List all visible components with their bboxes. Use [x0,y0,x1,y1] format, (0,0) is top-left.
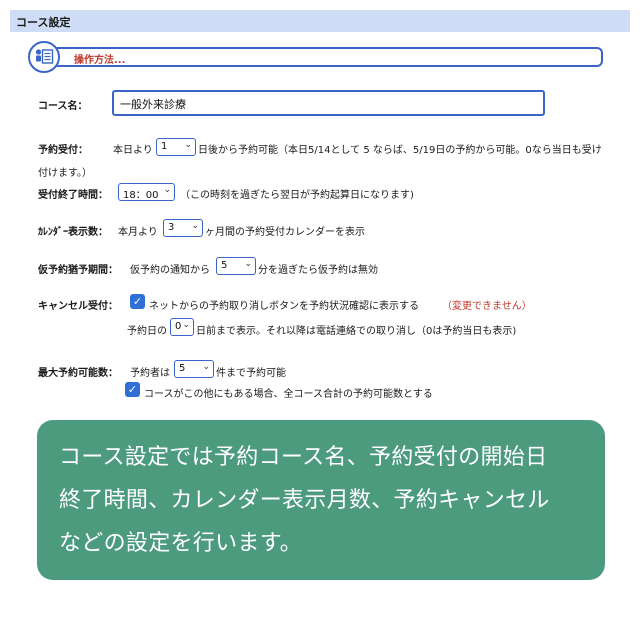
section-header: コース設定 [10,10,630,32]
provisional-suffix: 分を過ぎたら仮予約は無効 [258,265,378,276]
course-name-input[interactable]: 一般外来診療 [112,90,545,116]
cancel-checkbox-text: ネットからの予約取り消しボタンを予約状況確認に表示する [149,301,419,312]
max-reservations-label: 最大予約可能数： [38,368,118,379]
provisional-select[interactable]: 5 ⌄ [216,257,256,275]
chevron-down-icon: ⌄ [182,320,190,330]
reservation-start-prefix: 本日より [113,145,153,156]
caption-line-2: 終了時間、カレンダー表示月数、予約キャンセル [59,488,550,513]
chevron-down-icon: ⌄ [184,140,192,150]
cancel-warning: （変更できません） [442,301,532,312]
caption-line-3: などの設定を行います。 [59,531,303,556]
reservation-start-desc-2: 付けます。） [38,168,92,179]
reservation-end-note: （この時刻を過ぎたら翌日が予約起算日になります) [180,190,414,201]
reservation-start-label: 予約受付： [38,145,88,156]
all-courses-text: コースがこの他にもある場合、全コース合計の予約可能数とする [144,389,433,400]
max-reservations-select[interactable]: 5 ⌄ [174,360,214,378]
caption-line-1: コース設定では予約コース名、予約受付の開始日 [59,445,548,470]
all-courses-checkbox[interactable]: ✓ [125,382,140,397]
caption-overlay: コース設定では予約コース名、予約受付の開始日 終了時間、カレンダー表示月数、予約… [37,420,605,580]
course-name-label: コース名： [38,101,88,112]
help-bar[interactable]: 操作方法... [28,41,603,73]
cancel-suffix: 日前まで表示。それ以降は電話連絡での取り消し（0は予約当日も表示) [196,326,517,337]
chevron-down-icon: ⌄ [244,259,252,269]
calendar-months-label: ｶﾚﾝﾀﾞｰ表示数： [38,227,108,238]
help-manual-icon[interactable] [28,41,60,73]
cancel-days-select[interactable]: 0 ⌄ [170,318,194,336]
cancel-prefix: 予約日の [127,326,167,337]
reservation-start-select[interactable]: 1 ⌄ [156,138,196,156]
provisional-label: 仮予約猶予期間： [38,265,118,276]
reservation-end-label: 受付終了時間： [38,190,108,201]
chevron-down-icon: ⌄ [163,185,171,195]
calendar-months-select[interactable]: 3 ⌄ [163,219,203,237]
chevron-down-icon: ⌄ [202,362,210,372]
reservation-end-select[interactable]: 18：00 ⌄ [118,183,175,201]
calendar-months-suffix: ヶ月間の予約受付カレンダーを表示 [205,227,365,238]
provisional-prefix: 仮予約の通知から [130,265,210,276]
calendar-months-prefix: 本月より [118,227,158,238]
max-reservations-suffix: 件まで予約可能 [216,368,286,379]
cancel-label: キャンセル受付： [38,301,118,312]
max-reservations-prefix: 予約者は [130,368,170,379]
help-link[interactable]: 操作方法... [74,51,125,66]
cancel-checkbox[interactable]: ✓ [130,294,145,309]
reservation-start-desc: 日後から予約可能（本日5/14として 5 ならば、5/19日の予約から可能。0な… [198,145,602,156]
chevron-down-icon: ⌄ [191,221,199,231]
